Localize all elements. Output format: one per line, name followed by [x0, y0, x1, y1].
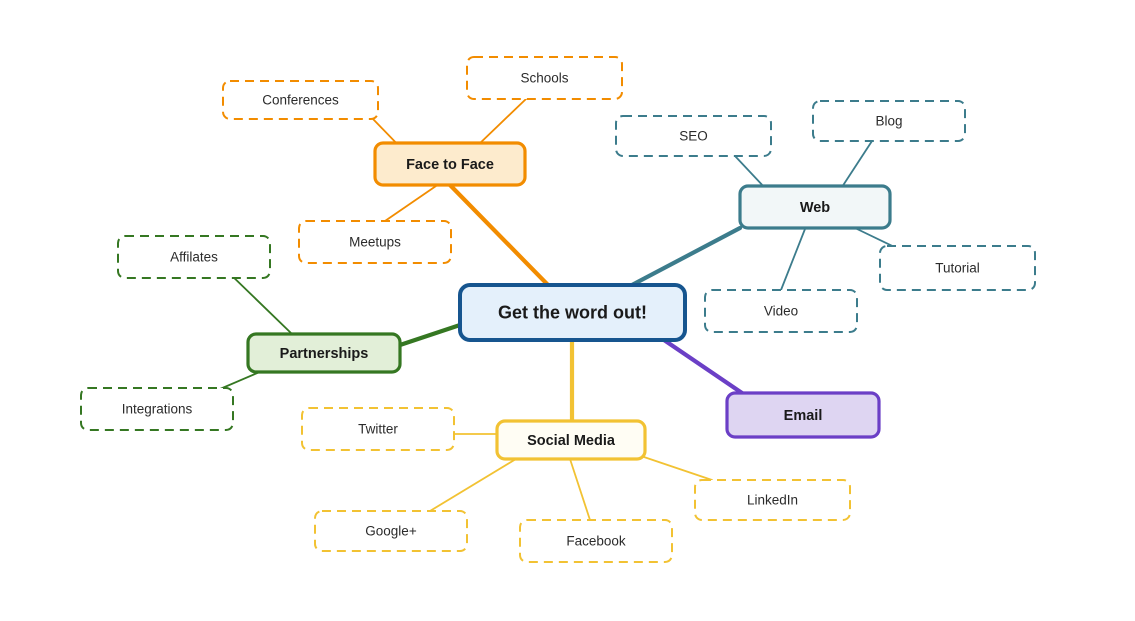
branch-node-email-label: Email — [784, 408, 823, 424]
branch-node-face-to-face[interactable]: Face to Face — [373, 141, 527, 187]
connector-root-to-face-to-face — [447, 182, 551, 288]
leaf-node-schools-label: Schools — [520, 71, 568, 86]
leaf-node-seo-label: SEO — [679, 129, 708, 144]
leaf-node-linkedin-label: LinkedIn — [747, 493, 798, 508]
branch-node-web[interactable]: Web — [738, 184, 892, 230]
leaf-node-twitter[interactable]: Twitter — [301, 407, 455, 451]
connector-social-media-to-google — [429, 458, 517, 512]
leaf-node-video-label: Video — [764, 304, 798, 319]
root-node[interactable]: Get the word out! — [458, 283, 687, 342]
root-node-layer: Get the word out! — [458, 283, 687, 342]
leaf-node-integrations[interactable]: Integrations — [80, 387, 234, 431]
branch-node-partnerships-label: Partnerships — [280, 346, 369, 362]
branch-node-social-media-label: Social Media — [527, 433, 616, 449]
leaf-node-conferences[interactable]: Conferences — [222, 80, 379, 120]
leaf-node-affilates-label: Affilates — [170, 250, 218, 265]
leaf-node-google[interactable]: Google+ — [314, 510, 468, 552]
branch-node-partnerships[interactable]: Partnerships — [246, 332, 402, 374]
connector-root-to-email — [661, 337, 745, 396]
leaf-node-seo[interactable]: SEO — [615, 115, 772, 157]
connector-face-to-face-to-meetups — [384, 185, 437, 222]
leaf-node-facebook-label: Facebook — [566, 534, 626, 549]
leaf-node-integrations-label: Integrations — [122, 402, 193, 417]
branch-node-web-label: Web — [800, 200, 830, 216]
leaf-node-facebook[interactable]: Facebook — [519, 519, 673, 563]
leaf-node-twitter-label: Twitter — [358, 422, 398, 437]
leaf-node-google-label: Google+ — [365, 524, 417, 539]
leaf-node-tutorial-label: Tutorial — [935, 261, 980, 276]
leaf-node-schools[interactable]: Schools — [466, 56, 623, 100]
connector-partnerships-to-affilates — [227, 271, 293, 335]
connector-root-to-partnerships — [397, 322, 463, 348]
branch-node-face-to-face-label: Face to Face — [406, 157, 494, 173]
connector-web-to-video — [780, 228, 806, 291]
leaf-node-meetups-label: Meetups — [349, 235, 401, 250]
connector-web-to-blog — [841, 140, 873, 188]
branch-node-social-media[interactable]: Social Media — [495, 419, 647, 461]
branch-node-email[interactable]: Email — [725, 391, 881, 439]
leaf-node-conferences-label: Conferences — [262, 93, 339, 108]
leaf-node-blog-label: Blog — [875, 114, 902, 129]
leaf-node-linkedin[interactable]: LinkedIn — [694, 479, 851, 521]
root-node-label: Get the word out! — [498, 302, 647, 322]
leaf-node-blog[interactable]: Blog — [812, 100, 966, 142]
connector-partnerships-to-integrations — [219, 370, 263, 390]
connector-web-to-seo — [734, 155, 766, 189]
leaf-node-meetups[interactable]: Meetups — [298, 220, 452, 264]
connector-social-media-to-linkedin — [640, 455, 713, 481]
connector-face-to-face-to-schools — [476, 98, 527, 147]
connector-root-to-web — [629, 225, 743, 288]
connector-social-media-to-facebook — [569, 458, 591, 521]
mindmap-canvas: Conferences Schools Meetups SEO Blog Video Tut… — [0, 0, 1135, 621]
mindmap-diagram: Conferences Schools Meetups SEO Blog Video Tut… — [80, 56, 1036, 563]
leaf-node-tutorial[interactable]: Tutorial — [879, 245, 1036, 291]
leaf-node-video[interactable]: Video — [704, 289, 858, 333]
leaf-node-affilates[interactable]: Affilates — [117, 235, 271, 279]
